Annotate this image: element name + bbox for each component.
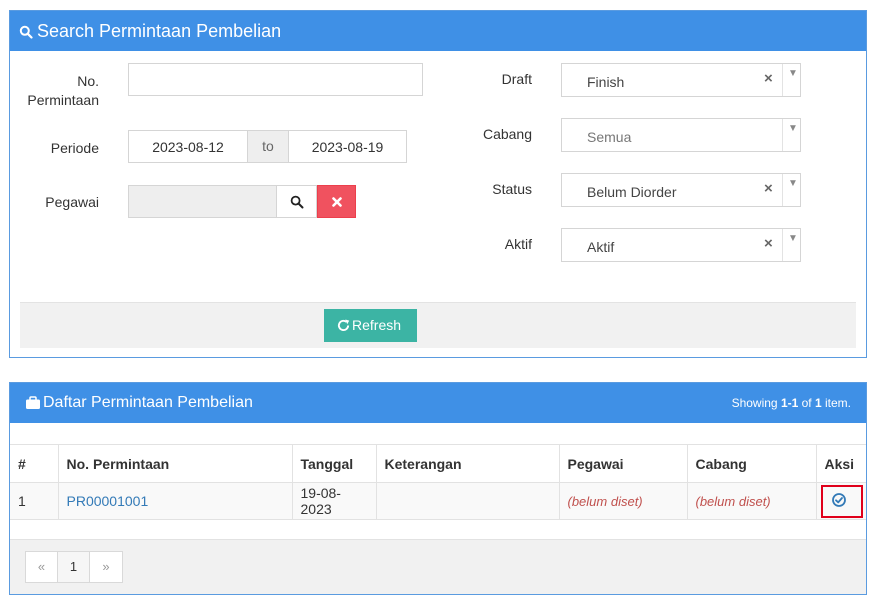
- briefcase-icon: [26, 396, 40, 409]
- search-panel-header: Search Permintaan Pembelian: [10, 11, 866, 51]
- summary-of: of: [798, 396, 815, 410]
- pagination-next[interactable]: »: [89, 551, 123, 583]
- close-icon: [332, 197, 342, 207]
- status-clear-icon[interactable]: ×: [764, 180, 773, 197]
- row-cabang: (belum diset): [686, 482, 817, 520]
- draft-clear-icon[interactable]: ×: [764, 70, 773, 87]
- draft-select[interactable]: Finish × ▼: [561, 63, 801, 97]
- status-select-value: Belum Diorder: [587, 184, 677, 200]
- periode-to-input[interactable]: [288, 130, 407, 163]
- column-header-cabang[interactable]: Cabang: [686, 444, 817, 483]
- pegawai-search-button[interactable]: [276, 185, 317, 218]
- row-no-permintaan: PR00001001: [57, 482, 293, 520]
- search-footer: Refresh: [20, 302, 856, 348]
- periode-to-addon: to: [248, 130, 288, 163]
- periode-from-input[interactable]: [128, 130, 248, 163]
- row-aksi: [815, 482, 866, 520]
- list-panel-title: Daftar Permintaan Pembelian: [43, 394, 253, 411]
- table-header-row: # No. Permintaan Tanggal Keterangan Pega…: [10, 444, 866, 483]
- refresh-button[interactable]: Refresh: [324, 309, 417, 342]
- list-panel-header: Daftar Permintaan Pembelian Showing 1-1 …: [10, 383, 866, 423]
- column-header-tanggal[interactable]: Tanggal: [291, 444, 377, 483]
- list-panel: Daftar Permintaan Pembelian Showing 1-1 …: [9, 382, 867, 595]
- column-header-no-permintaan[interactable]: No. Permintaan: [57, 444, 293, 483]
- search-panel-title: Search Permintaan Pembelian: [37, 21, 282, 41]
- status-select[interactable]: Belum Diorder × ▼: [561, 173, 801, 207]
- pegawai-label: Pegawai: [45, 194, 99, 210]
- summary-suffix: item.: [821, 396, 851, 410]
- pegawai-unset-text: (belum diset): [567, 494, 643, 509]
- summary-prefix: Showing: [731, 396, 781, 410]
- cabang-select-divider: [782, 119, 783, 151]
- draft-label: Draft: [501, 71, 532, 87]
- pegawai-input[interactable]: [128, 185, 277, 218]
- status-chevron-down-icon[interactable]: ▼: [788, 178, 798, 189]
- row-keterangan: [375, 482, 560, 520]
- pagination: « 1 »: [10, 539, 866, 594]
- pagination-page[interactable]: 1: [57, 551, 90, 583]
- cabang-label: Cabang: [482, 126, 532, 142]
- data-table: # No. Permintaan Tanggal Keterangan Pega…: [10, 444, 866, 520]
- draft-chevron-down-icon[interactable]: ▼: [788, 68, 798, 79]
- row-number: 1: [10, 482, 59, 520]
- draft-select-divider: [782, 64, 783, 96]
- aktif-chevron-down-icon[interactable]: ▼: [788, 233, 798, 244]
- no-permintaan-label-line1: No.: [77, 73, 99, 89]
- cabang-chevron-down-icon[interactable]: ▼: [788, 123, 798, 134]
- cabang-select[interactable]: Semua ▼: [561, 118, 801, 152]
- search-icon: [19, 25, 33, 39]
- refresh-label: Refresh: [352, 317, 402, 333]
- draft-select-value: Finish: [587, 74, 625, 90]
- aktif-select-divider: [782, 229, 783, 261]
- summary-text: Showing 1-1 of 1 item.: [732, 396, 851, 410]
- column-header-num: #: [10, 444, 59, 483]
- aktif-select[interactable]: Aktif × ▼: [561, 228, 801, 262]
- summary-range: 1-1: [780, 396, 799, 410]
- no-permintaan-link[interactable]: PR00001001: [67, 493, 149, 509]
- row-tanggal: 19-08-2023: [291, 482, 377, 520]
- search-panel: Search Permintaan Pembelian No. Perminta…: [9, 10, 867, 358]
- refresh-icon: [337, 319, 350, 332]
- cabang-select-value: Semua: [587, 129, 632, 145]
- column-header-aksi: Aksi: [815, 444, 866, 483]
- pegawai-clear-button[interactable]: [317, 185, 356, 218]
- column-header-keterangan[interactable]: Keterangan: [375, 444, 560, 483]
- status-label: Status: [492, 181, 532, 197]
- table-row: 1 PR00001001 19-08-2023 (belum diset) (b…: [10, 482, 866, 520]
- cabang-unset-text: (belum diset): [695, 494, 771, 509]
- aktif-label: Aktif: [504, 236, 532, 252]
- status-select-divider: [782, 174, 783, 206]
- row-pegawai: (belum diset): [558, 482, 688, 520]
- column-header-pegawai[interactable]: Pegawai: [558, 444, 688, 483]
- summary-total: 1: [814, 396, 822, 410]
- aktif-select-value: Aktif: [587, 239, 615, 255]
- pagination-prev[interactable]: «: [25, 551, 58, 583]
- no-permintaan-label: No.: [50, 71, 99, 91]
- no-permintaan-input[interactable]: [128, 63, 423, 96]
- periode-label: Periode: [50, 140, 99, 156]
- search-icon: [290, 195, 304, 209]
- no-permintaan-label-line2: Permintaan: [27, 92, 99, 108]
- aktif-clear-icon[interactable]: ×: [764, 235, 773, 252]
- check-circle-icon[interactable]: [831, 492, 847, 508]
